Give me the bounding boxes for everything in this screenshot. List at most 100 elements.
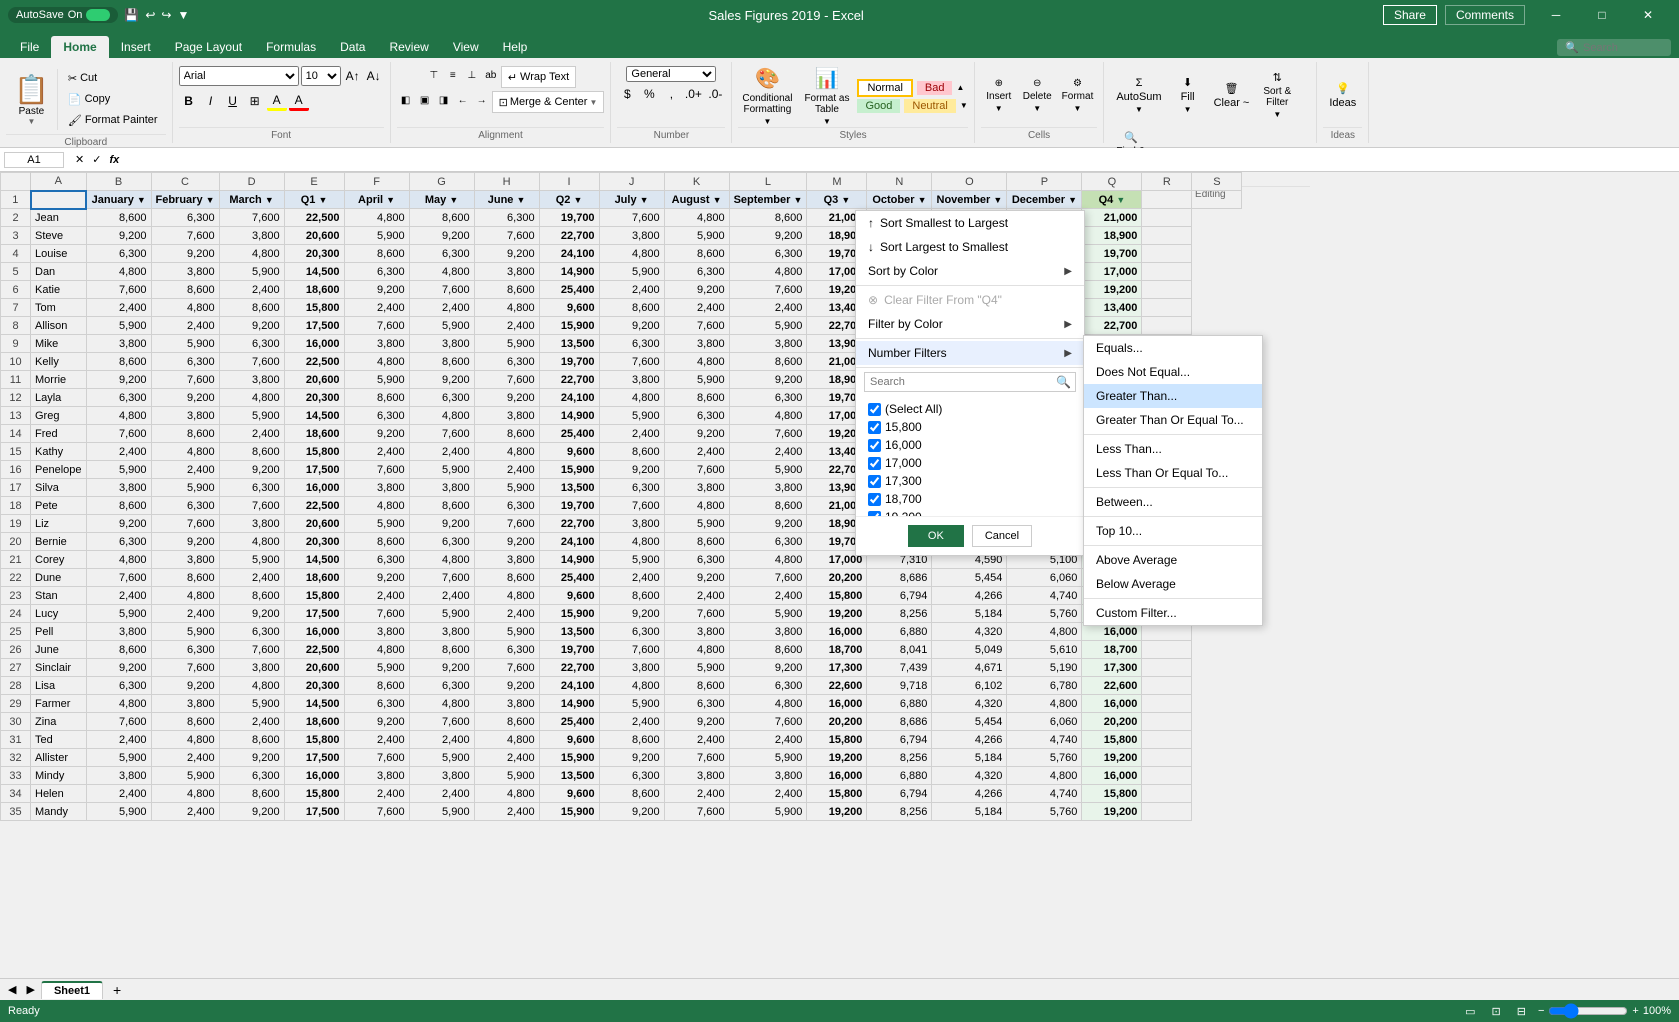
cell-34-10[interactable]: 2,400 (729, 785, 807, 803)
cell-2-15[interactable]: 21,000 (1082, 209, 1142, 227)
cell-23-9[interactable]: 2,400 (664, 587, 729, 605)
name-cell-2[interactable]: Jean (31, 209, 87, 227)
autosave-toggle[interactable]: AutoSave On (8, 7, 118, 23)
cell-30-7[interactable]: 25,400 (539, 713, 599, 731)
clear-filter-item[interactable]: ⊗ Clear Filter From "Q4" (856, 288, 1084, 312)
tab-formulas[interactable]: Formulas (254, 36, 328, 58)
between-item[interactable]: Between... (1084, 490, 1262, 514)
cell-25-1[interactable]: 5,900 (151, 623, 219, 641)
cell-33-3[interactable]: 16,000 (284, 767, 344, 785)
number-filters-item[interactable]: Number Filters ▶ (856, 341, 1084, 365)
cell-14-10[interactable]: 7,600 (729, 425, 807, 443)
cell-12-6[interactable]: 9,200 (474, 389, 539, 407)
cell-8-3[interactable]: 17,500 (284, 317, 344, 335)
cell-33-7[interactable]: 13,500 (539, 767, 599, 785)
normal-view-button[interactable]: ▭ (1461, 1003, 1479, 1020)
cell-20-8[interactable]: 4,800 (599, 533, 664, 551)
cell-2-9[interactable]: 4,800 (664, 209, 729, 227)
cell-22-14[interactable]: 6,060 (1007, 569, 1082, 587)
cell-25-6[interactable]: 5,900 (474, 623, 539, 641)
cell-28-13[interactable]: 6,102 (932, 677, 1007, 695)
cell-15-7[interactable]: 9,600 (539, 443, 599, 461)
cell-25-13[interactable]: 4,320 (932, 623, 1007, 641)
cell-30-11[interactable]: 20,200 (807, 713, 867, 731)
cell-22-5[interactable]: 7,600 (409, 569, 474, 587)
cell-35-0[interactable]: 5,900 (86, 803, 151, 821)
cell-28-6[interactable]: 9,200 (474, 677, 539, 695)
cell-5-15[interactable]: 17,000 (1082, 263, 1142, 281)
cell-18-10[interactable]: 8,600 (729, 497, 807, 515)
col-header-n[interactable]: N (867, 173, 932, 191)
italic-button[interactable]: I (201, 91, 221, 111)
ideas-button[interactable]: 💡 Ideas (1323, 67, 1362, 125)
cell-11-0[interactable]: 9,200 (86, 371, 151, 389)
cell-17-3[interactable]: 16,000 (284, 479, 344, 497)
cell-29-0[interactable]: 4,800 (86, 695, 151, 713)
tab-file[interactable]: File (8, 36, 51, 58)
cell-28-11[interactable]: 22,600 (807, 677, 867, 695)
extra-cell-27[interactable] (1142, 659, 1192, 677)
sort-filter-arrow[interactable]: ▼ (1273, 110, 1281, 119)
greater-than-equal-item[interactable]: Greater Than Or Equal To... (1084, 408, 1262, 432)
zoom-in-button[interactable]: + (1632, 1005, 1638, 1017)
cell-31-2[interactable]: 8,600 (219, 731, 284, 749)
cell-13-2[interactable]: 5,900 (219, 407, 284, 425)
cell-reference-box[interactable]: A1 (4, 152, 64, 168)
cell-4-4[interactable]: 8,600 (344, 245, 409, 263)
cell-25-0[interactable]: 3,800 (86, 623, 151, 641)
cell-17-0[interactable]: 3,800 (86, 479, 151, 497)
cell-19-1[interactable]: 7,600 (151, 515, 219, 533)
cell-10-3[interactable]: 22,500 (284, 353, 344, 371)
styles-scroll-down[interactable]: ▼ (960, 101, 968, 110)
cell-35-7[interactable]: 15,900 (539, 803, 599, 821)
cell-5-6[interactable]: 3,800 (474, 263, 539, 281)
cut-button[interactable]: ✂ Cut (64, 68, 162, 88)
cell-7-10[interactable]: 2,400 (729, 299, 807, 317)
cell-28-4[interactable]: 8,600 (344, 677, 409, 695)
cell-f1[interactable]: April ▼ (344, 191, 409, 209)
sort-by-color-item[interactable]: Sort by Color ▶ (856, 259, 1084, 283)
cell-8-4[interactable]: 7,600 (344, 317, 409, 335)
cell-4-3[interactable]: 20,300 (284, 245, 344, 263)
cell-21-0[interactable]: 4,800 (86, 551, 151, 569)
cell-30-0[interactable]: 7,600 (86, 713, 151, 731)
cell-10-4[interactable]: 4,800 (344, 353, 409, 371)
cell-10-2[interactable]: 7,600 (219, 353, 284, 371)
cell-34-7[interactable]: 9,600 (539, 785, 599, 803)
cell-26-12[interactable]: 8,041 (867, 641, 932, 659)
cell-6-0[interactable]: 7,600 (86, 281, 151, 299)
cell-4-7[interactable]: 24,100 (539, 245, 599, 263)
border-button[interactable]: ⊞ (245, 91, 265, 111)
less-than-equal-item[interactable]: Less Than Or Equal To... (1084, 461, 1262, 485)
cell-11-3[interactable]: 20,600 (284, 371, 344, 389)
align-top-button[interactable]: ⊤ (425, 66, 443, 84)
extra-cell-33[interactable] (1142, 767, 1192, 785)
cell-14-2[interactable]: 2,400 (219, 425, 284, 443)
decrease-font-button[interactable]: A↓ (364, 66, 384, 86)
cell-34-4[interactable]: 2,400 (344, 785, 409, 803)
cell-32-7[interactable]: 15,900 (539, 749, 599, 767)
cell-17-2[interactable]: 6,300 (219, 479, 284, 497)
cell-31-12[interactable]: 6,794 (867, 731, 932, 749)
cell-8-9[interactable]: 7,600 (664, 317, 729, 335)
tab-insert[interactable]: Insert (109, 36, 163, 58)
cell-32-8[interactable]: 9,200 (599, 749, 664, 767)
cell-34-6[interactable]: 4,800 (474, 785, 539, 803)
cell-9-10[interactable]: 3,800 (729, 335, 807, 353)
cell-14-8[interactable]: 2,400 (599, 425, 664, 443)
cell-34-13[interactable]: 4,266 (932, 785, 1007, 803)
cell-31-8[interactable]: 8,600 (599, 731, 664, 749)
name-cell-8[interactable]: Allison (31, 317, 87, 335)
cell-19-4[interactable]: 5,900 (344, 515, 409, 533)
cell-5-9[interactable]: 6,300 (664, 263, 729, 281)
cell-5-2[interactable]: 5,900 (219, 263, 284, 281)
filter-val-6[interactable]: 19,200 (864, 508, 1076, 516)
minimize-button[interactable]: ─ (1533, 0, 1579, 30)
cell-25-10[interactable]: 3,800 (729, 623, 807, 641)
cell-16-5[interactable]: 5,900 (409, 461, 474, 479)
cell-32-5[interactable]: 5,900 (409, 749, 474, 767)
cell-33-1[interactable]: 5,900 (151, 767, 219, 785)
cell-13-8[interactable]: 5,900 (599, 407, 664, 425)
cell-25-12[interactable]: 6,880 (867, 623, 932, 641)
cell-27-3[interactable]: 20,600 (284, 659, 344, 677)
